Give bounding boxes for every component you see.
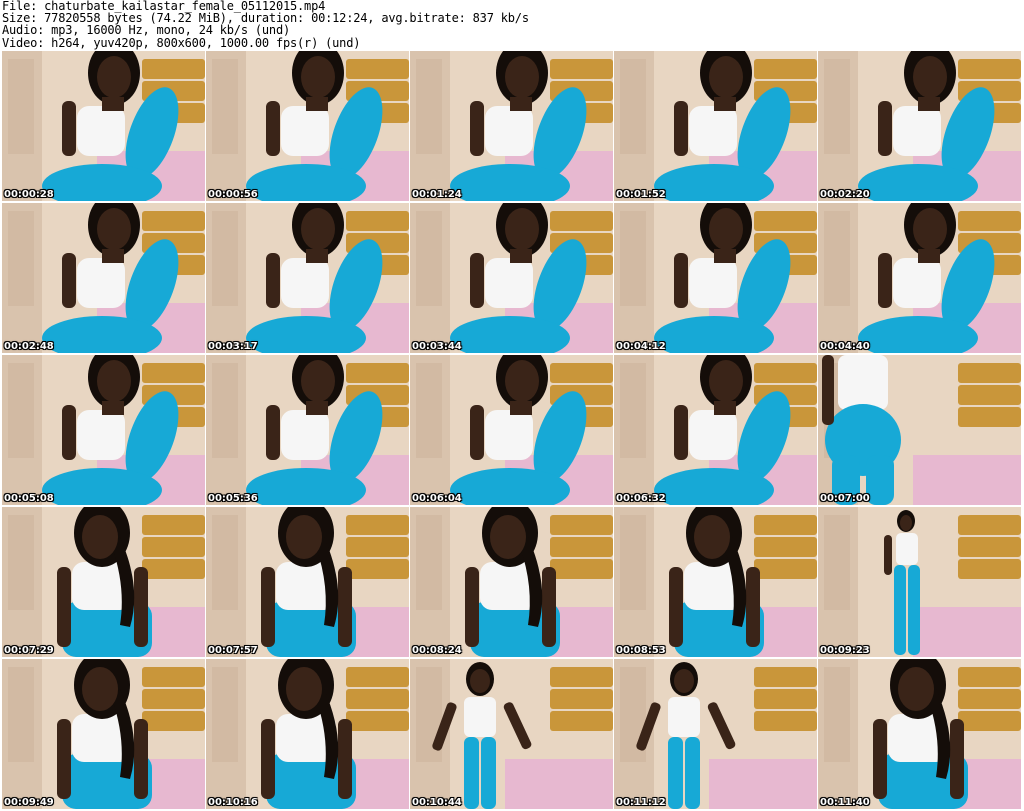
video-thumbnail: 00:03:17 (206, 203, 409, 353)
thumbnail-image (2, 659, 205, 809)
video-thumbnail: 00:04:12 (614, 203, 817, 353)
thumbnail-image (818, 51, 1021, 201)
video-thumbnail: 00:06:32 (614, 355, 817, 505)
thumbnail-timestamp: 00:04:40 (820, 341, 870, 352)
thumbnail-timestamp: 00:05:08 (4, 493, 54, 504)
thumbnail-image (410, 507, 613, 657)
video-thumbnail: 00:05:36 (206, 355, 409, 505)
file-info-header: File: chaturbate_kailastar_female_051120… (2, 0, 1022, 49)
thumbnail-timestamp: 00:11:12 (616, 797, 666, 808)
thumbnail-image (818, 355, 1021, 505)
thumbnail-image (2, 355, 205, 505)
thumbnail-image (410, 659, 613, 809)
thumbnail-image (614, 355, 817, 505)
thumbnail-timestamp: 00:06:32 (616, 493, 666, 504)
thumbnail-grid: 00:00:28 00:00:56 00:01:24 00:01:52 00:02:20… (2, 51, 1022, 811)
video-thumbnail: 00:09:49 (2, 659, 205, 809)
video-thumbnail: 00:02:48 (2, 203, 205, 353)
thumbnail-timestamp: 00:02:48 (4, 341, 54, 352)
thumbnail-image (614, 203, 817, 353)
thumbnail-image (410, 355, 613, 505)
thumbnail-timestamp: 00:01:52 (616, 189, 666, 200)
thumbnail-timestamp: 00:03:17 (208, 341, 258, 352)
thumbnail-timestamp: 00:05:36 (208, 493, 258, 504)
video-thumbnail: 00:11:12 (614, 659, 817, 809)
video-thumbnail: 00:07:57 (206, 507, 409, 657)
thumbnail-timestamp: 00:07:00 (820, 493, 870, 504)
thumbnail-image (410, 203, 613, 353)
thumbnail-timestamp: 00:07:57 (208, 645, 258, 656)
thumbnail-image (614, 659, 817, 809)
thumbnail-image (206, 355, 409, 505)
video-thumbnail: 00:10:44 (410, 659, 613, 809)
thumbnail-image (2, 203, 205, 353)
video-thumbnail: 00:01:52 (614, 51, 817, 201)
thumbnail-image (206, 659, 409, 809)
thumbnail-image (206, 507, 409, 657)
thumbnail-timestamp: 00:09:23 (820, 645, 870, 656)
thumbnail-timestamp: 00:08:24 (412, 645, 462, 656)
audio-info-line: Audio: mp3, 16000 Hz, mono, 24 kb/s (und… (2, 23, 291, 38)
video-thumbnail: 00:04:40 (818, 203, 1021, 353)
thumbnail-image (818, 203, 1021, 353)
thumbnail-timestamp: 00:10:16 (208, 797, 258, 808)
video-thumbnail: 00:06:04 (410, 355, 613, 505)
video-thumbnail: 00:01:24 (410, 51, 613, 201)
video-thumbnail: 00:11:40 (818, 659, 1021, 809)
thumbnail-image (206, 51, 409, 201)
video-thumbnail: 00:08:24 (410, 507, 613, 657)
thumbnail-image (818, 659, 1021, 809)
thumbnail-timestamp: 00:04:12 (616, 341, 666, 352)
thumbnail-timestamp: 00:08:53 (616, 645, 666, 656)
thumbnail-timestamp: 00:03:44 (412, 341, 462, 352)
video-thumbnail: 00:09:23 (818, 507, 1021, 657)
video-thumbnail: 00:10:16 (206, 659, 409, 809)
thumbnail-timestamp: 00:01:24 (412, 189, 462, 200)
thumbnail-image (614, 507, 817, 657)
thumbnail-timestamp: 00:09:49 (4, 797, 54, 808)
video-thumbnail: 00:02:20 (818, 51, 1021, 201)
thumbnail-image (2, 51, 205, 201)
thumbnail-image (818, 507, 1021, 657)
thumbnail-timestamp: 00:06:04 (412, 493, 462, 504)
thumbnail-image (614, 51, 817, 201)
thumbnail-image (206, 203, 409, 353)
thumbnail-timestamp: 00:02:20 (820, 189, 870, 200)
video-thumbnail: 00:00:28 (2, 51, 205, 201)
thumbnail-timestamp: 00:10:44 (412, 797, 462, 808)
thumbnail-image (410, 51, 613, 201)
video-thumbnail: 00:00:56 (206, 51, 409, 201)
thumbnail-image (2, 507, 205, 657)
video-thumbnail: 00:07:00 (818, 355, 1021, 505)
video-thumbnail: 00:07:29 (2, 507, 205, 657)
thumbnail-timestamp: 00:00:28 (4, 189, 54, 200)
video-thumbnail: 00:05:08 (2, 355, 205, 505)
thumbnail-timestamp: 00:07:29 (4, 645, 54, 656)
video-thumbnail: 00:08:53 (614, 507, 817, 657)
thumbnail-timestamp: 00:00:56 (208, 189, 258, 200)
thumbnail-timestamp: 00:11:40 (820, 797, 870, 808)
video-thumbnail: 00:03:44 (410, 203, 613, 353)
video-info-line: Video: h264, yuv420p, 800x600, 1000.00 f… (2, 35, 361, 50)
